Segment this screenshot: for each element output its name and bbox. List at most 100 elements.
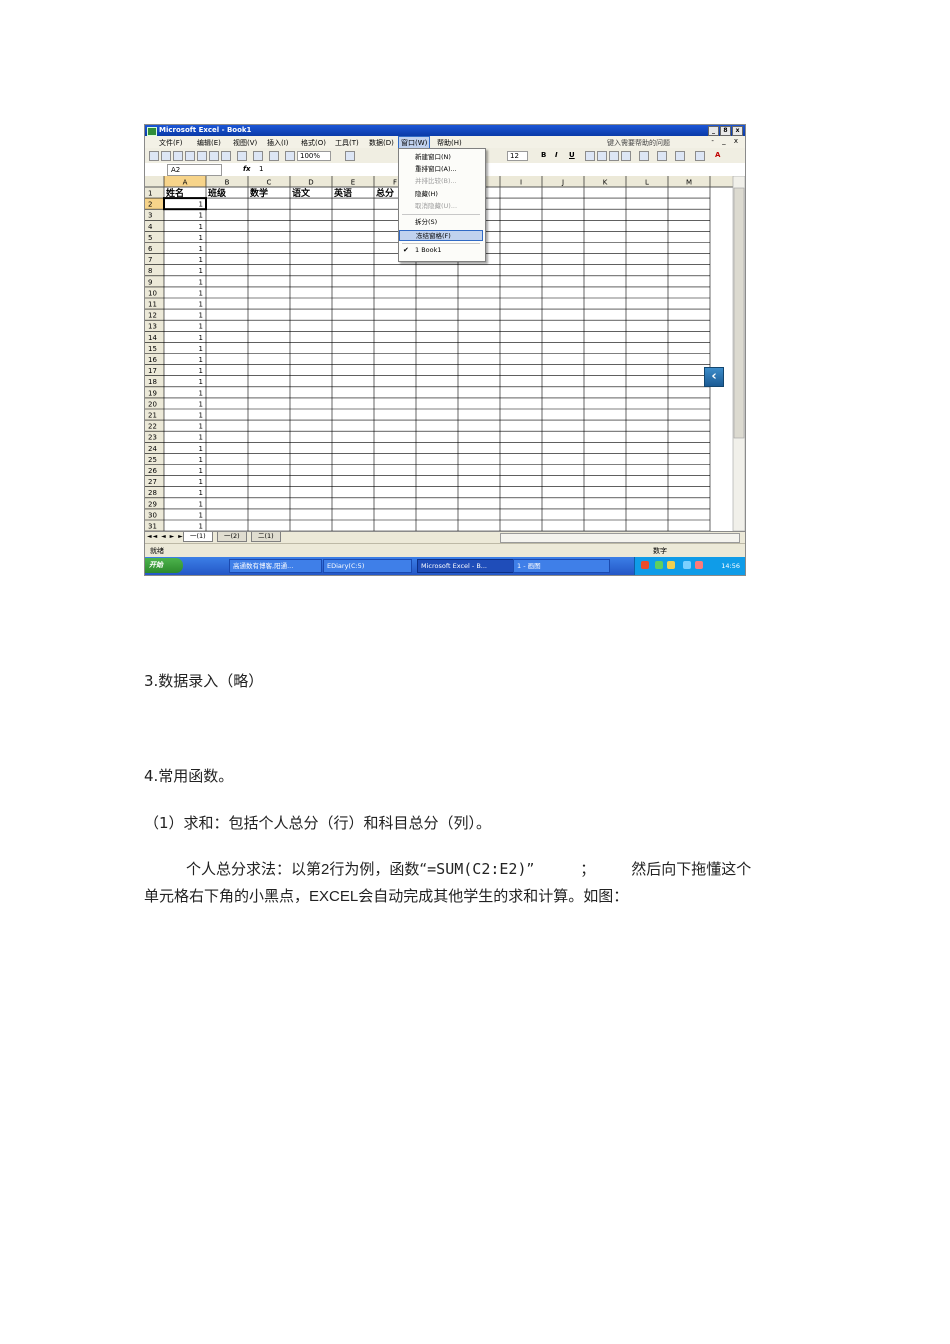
row-header: 31: [148, 523, 157, 531]
cell-value: 1: [199, 511, 203, 519]
system-tray: 14:56: [634, 557, 745, 575]
sheet-tab[interactable]: 二(1): [251, 532, 281, 542]
menu-format[interactable]: 格式(O): [301, 138, 326, 148]
header-cell: 数学: [250, 187, 268, 199]
cell-value: 1: [199, 467, 203, 475]
window-menu-freeze-panes[interactable]: 冻结窗格(F): [399, 230, 483, 241]
cell-value: 1: [199, 323, 203, 331]
cell-value: 1: [199, 223, 203, 231]
fill-color-icon[interactable]: [695, 151, 705, 161]
column-header: F: [393, 179, 397, 187]
window-menu-book1[interactable]: 1 Book1: [399, 245, 483, 256]
header-cell: 总分: [376, 187, 394, 199]
window-menu-separator: [402, 214, 480, 215]
align-center-icon[interactable]: [597, 151, 607, 161]
start-button[interactable]: 开始: [145, 558, 183, 573]
cell-value: 1: [199, 201, 203, 209]
menu-view[interactable]: 视图(V): [233, 138, 257, 148]
tray-icon[interactable]: [655, 561, 663, 569]
align-left-icon[interactable]: [585, 151, 595, 161]
sheet-tab-bar: ◄◄ ◄ ► ►► 一(1) 一(2) 二(1): [145, 531, 745, 543]
sheet-tab[interactable]: 一(1): [183, 532, 213, 542]
taskbar-item-active[interactable]: Microsoft Excel - B...: [417, 559, 514, 573]
taskbar-item[interactable]: 高通数有博客,阳通...: [229, 559, 322, 573]
minimize-button[interactable]: _: [708, 126, 719, 136]
undo-icon[interactable]: [237, 151, 247, 161]
status-num-lock: 数字: [653, 547, 667, 555]
name-box[interactable]: A2: [167, 164, 222, 176]
close-button[interactable]: x: [732, 126, 743, 136]
autosum-icon[interactable]: [253, 151, 263, 161]
menu-file[interactable]: 文件(F): [159, 138, 183, 148]
currency-icon[interactable]: [639, 151, 649, 161]
menu-help[interactable]: 帮助(H): [437, 138, 462, 148]
column-header: B: [225, 179, 230, 187]
row-header: 11: [148, 301, 157, 309]
align-right-icon[interactable]: [609, 151, 619, 161]
row-header: 9: [148, 278, 152, 286]
floating-app-icon[interactable]: ‹: [704, 367, 724, 387]
formula-input[interactable]: 1: [259, 165, 263, 173]
zoom-select[interactable]: 100%: [297, 151, 332, 161]
menu-tools[interactable]: 工具(T): [335, 138, 359, 148]
column-header: I: [520, 179, 522, 187]
font-size-select[interactable]: 12: [507, 151, 528, 161]
tray-icon[interactable]: [667, 561, 675, 569]
borders-icon[interactable]: [675, 151, 685, 161]
taskbar-item[interactable]: EDiary(C:5): [323, 559, 412, 573]
new-icon[interactable]: [149, 151, 159, 161]
paragraph-excel: EXCEL: [309, 888, 359, 905]
paragraph-semicolon: ；: [580, 860, 596, 878]
menu-data[interactable]: 数据(D): [369, 138, 394, 148]
taskbar-item[interactable]: 1 - 画图: [513, 559, 610, 573]
italic-button[interactable]: I: [555, 151, 558, 159]
heading-data-entry: 3.数据录入（略）: [144, 672, 264, 690]
window-menu-hide[interactable]: 隐藏(H): [399, 189, 483, 200]
column-header: A: [183, 179, 188, 187]
bold-button[interactable]: B: [541, 151, 546, 159]
row-header: 19: [148, 389, 157, 397]
indent-icon[interactable]: [657, 151, 667, 161]
menu-insert[interactable]: 插入(I): [267, 138, 289, 148]
row-header: 16: [148, 356, 157, 364]
document-window-buttons[interactable]: - _ x: [711, 137, 741, 145]
column-header: K: [603, 179, 608, 187]
tray-icon[interactable]: [695, 561, 703, 569]
underline-button[interactable]: U: [569, 151, 575, 159]
window-menu-separator: [402, 243, 480, 244]
copy-icon[interactable]: [221, 151, 231, 161]
window-menu-arrange[interactable]: 重排窗口(A)...: [399, 164, 483, 175]
tray-icon[interactable]: [641, 561, 649, 569]
print-icon[interactable]: [197, 151, 207, 161]
row-header: 3: [148, 212, 152, 220]
merge-center-icon[interactable]: [621, 151, 631, 161]
window-menu-split[interactable]: 拆分(S): [399, 217, 483, 228]
column-header: J: [561, 179, 564, 187]
print-preview-icon[interactable]: [209, 151, 219, 161]
horizontal-scrollbar[interactable]: [500, 533, 740, 543]
paragraph-text: ”: [526, 860, 535, 878]
open-icon[interactable]: [161, 151, 171, 161]
permission-icon[interactable]: [185, 151, 195, 161]
help-question-box[interactable]: 键入需要帮助的问题: [607, 138, 670, 148]
maximize-button[interactable]: 8: [720, 126, 731, 136]
cell-value: 1: [199, 445, 203, 453]
cell-value: 1: [199, 412, 203, 420]
row-header: 15: [148, 345, 157, 353]
row-header: 28: [148, 489, 157, 497]
save-icon[interactable]: [173, 151, 183, 161]
fx-icon[interactable]: fx: [243, 165, 251, 173]
paragraph-text: 然后向下拖懂这个: [631, 860, 752, 878]
window-title: Microsoft Excel - Book1: [159, 126, 252, 134]
row-header: 26: [148, 467, 157, 475]
sheet-tab[interactable]: 一(2): [217, 532, 247, 542]
help-icon[interactable]: [345, 151, 355, 161]
cell-value: 1: [199, 489, 203, 497]
font-color-icon[interactable]: A: [715, 151, 720, 159]
chart-icon[interactable]: [285, 151, 295, 161]
tray-icon[interactable]: [683, 561, 691, 569]
menu-edit[interactable]: 编辑(E): [197, 138, 221, 148]
sort-icon[interactable]: [269, 151, 279, 161]
row-header: 2: [148, 201, 152, 209]
window-menu-new-window[interactable]: 新建窗口(N): [399, 152, 483, 163]
